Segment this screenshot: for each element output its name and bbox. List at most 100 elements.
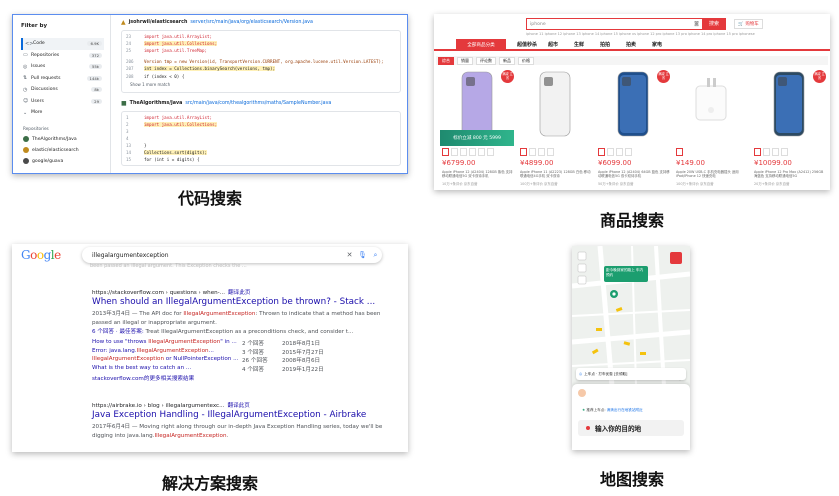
google-search-box[interactable]: illegalargumentexception ✕ 🎙 ⌕ (82, 247, 382, 263)
color-swatch[interactable] (754, 148, 761, 156)
sort-option[interactable]: 销量 (457, 56, 473, 65)
color-swatch[interactable] (478, 148, 485, 156)
color-swatch[interactable] (469, 148, 476, 156)
pickup-card[interactable]: ◎ 上车点 · 打车优惠 [去领取] (576, 368, 686, 380)
translate-link[interactable]: 翻译此页 (227, 403, 249, 409)
shop-search-button[interactable]: 搜索 (702, 17, 726, 30)
color-swatch[interactable] (607, 148, 614, 156)
search-icon[interactable]: ⌕ (369, 251, 382, 260)
nav-item[interactable]: 生鲜 (566, 41, 592, 48)
filter-issues[interactable]: ◎ Issues 55k (21, 61, 104, 73)
google-logo[interactable]: Google (21, 248, 61, 262)
nav-item[interactable]: 拍拍 (592, 41, 618, 48)
nav-item[interactable]: 拍卖 (618, 41, 644, 48)
related-question[interactable]: What is the best way to catch an ... 4 个回… (92, 365, 392, 374)
related-question-title[interactable]: IllegalArgumentException or NullPointerE… (92, 356, 242, 365)
product-card[interactable]: ¥149.00 Apple 20W USB-C 手机充电器插头 适用iPad/iP… (672, 70, 748, 190)
recommend-link[interactable]: 滴滴出行在地铁站附近 (607, 408, 643, 412)
map-bubble[interactable]: 距今晚到家的路上 车内预约 (604, 266, 648, 282)
related-question[interactable]: Error: java.lang.IllegalArgumentExceptio… (92, 348, 392, 357)
result-title[interactable]: When should an IllegalArgumentException … (92, 297, 392, 310)
result-path[interactable]: server/src/main/java/org/elasticsearch/V… (190, 20, 313, 25)
nav-all-categories[interactable]: 全部商品分类 (456, 39, 506, 50)
color-swatch[interactable] (772, 148, 779, 156)
recommend-line[interactable]: ★ 推荐上车点: 滴滴出行在地铁站附近 (582, 408, 643, 413)
filter-discussions[interactable]: ◷ Discussions 8k (21, 84, 104, 96)
result-header[interactable]: ▲ jsohrwil/elasticsearch server/src/main… (121, 18, 401, 27)
result-header[interactable]: ■ TheAlgorithms/Java src/main/java/com/t… (121, 99, 401, 108)
color-swatch[interactable] (547, 148, 554, 156)
color-swatch[interactable] (442, 148, 449, 156)
filter-more[interactable]: ⌄ More (21, 107, 104, 119)
product-image[interactable] (520, 70, 588, 140)
result-url[interactable]: https://stackoverflow.com › questions › … (92, 288, 392, 297)
product-title[interactable]: Apple 20W USB-C 手机充电器插头 适用iPad/iPhone 12… (676, 170, 748, 179)
clear-icon[interactable]: ✕ (343, 251, 356, 259)
result-repo[interactable]: TheAlgorithms/Java (130, 101, 183, 106)
shop-search-bar[interactable]: iphone ◙ 搜索 (526, 17, 726, 30)
product-card[interactable]: 满减 立省 ¥10099.00 Apple iPhone 12 Pro Max (A… (750, 70, 826, 190)
product-title[interactable]: Apple iPhone 12 (A2404) 64GB 蓝色 支持移动联通电信… (598, 170, 670, 179)
color-swatch[interactable] (538, 148, 545, 156)
color-swatch[interactable] (763, 148, 770, 156)
cart-button[interactable]: 🛒 购物车 (734, 19, 763, 29)
nav-item[interactable]: 超市 (540, 41, 566, 48)
sort-option[interactable]: 综合 (438, 56, 454, 65)
filter-code[interactable]: <> Code 6.9K (21, 38, 104, 50)
result-repo[interactable]: jsohrwil/elasticsearch (129, 20, 188, 25)
color-swatch[interactable] (460, 148, 467, 156)
repo-item[interactable]: elastic/elasticsearch (21, 145, 104, 156)
destination-input[interactable]: 输入你的目的地 (578, 420, 684, 436)
similar-results-link[interactable]: stackoverflow.com的更多相关搜索结果 (92, 374, 392, 383)
product-title[interactable]: Apple iPhone 12 (A2404) 128GB 紫色 支持移动联通电… (442, 170, 514, 179)
product-image[interactable]: 满减 立省 标价立减 800 元 5999 (440, 70, 514, 146)
product-title[interactable]: Apple iPhone 11 (A2223) 128GB 白色 移动联通电信4… (520, 170, 592, 179)
sort-option[interactable]: 价格 (518, 56, 534, 65)
result-url-text[interactable]: https://airbrake.io › blog › illegalargu… (92, 403, 224, 409)
related-question[interactable]: How to use "throws IllegalArgumentExcept… (92, 339, 392, 348)
color-swatch[interactable] (529, 148, 536, 156)
related-question-title[interactable]: What is the best way to catch an ... (92, 365, 242, 374)
sort-option[interactable]: 评论数 (476, 56, 496, 65)
repo-item[interactable]: TheAlgorithms/Java (21, 134, 104, 145)
nav-item[interactable]: 超值秒杀 (514, 41, 540, 48)
shop-search-input[interactable]: iphone (527, 22, 694, 27)
google-search-input[interactable]: illegalargumentexception (92, 252, 343, 259)
color-swatch[interactable] (451, 148, 458, 156)
filter-pull-requests[interactable]: ⇅ Pull requests 144k (21, 73, 104, 85)
color-swatch[interactable] (520, 148, 527, 156)
result-url-text[interactable]: https://stackoverflow.com › questions › … (92, 290, 225, 296)
nav-item[interactable]: 家电 (644, 41, 670, 48)
mic-icon[interactable]: 🎙 (356, 251, 369, 259)
repo-item[interactable]: google/guava (21, 156, 104, 167)
filter-repositories[interactable]: ▭ Repositories 372 (21, 50, 104, 62)
related-question-title[interactable]: Error: java.lang.IllegalArgumentExceptio… (92, 348, 242, 357)
color-swatch[interactable] (625, 148, 632, 156)
filter-users[interactable]: ☺ Users 29 (21, 96, 104, 108)
color-swatch[interactable] (781, 148, 788, 156)
related-question[interactable]: IllegalArgumentException or NullPointerE… (92, 356, 392, 365)
camera-icon[interactable]: ◙ (694, 21, 699, 27)
result-path[interactable]: src/main/java/com/thealgorithms/maths/Sa… (185, 101, 331, 106)
color-swatch[interactable] (676, 148, 683, 156)
product-image[interactable]: 满减 立省 (598, 70, 670, 140)
line-number: 207 (126, 66, 134, 72)
product-card[interactable]: ¥4899.00 Apple iPhone 11 (A2223) 128GB 白色… (516, 70, 592, 190)
show-more-link[interactable]: Show 1 more match (126, 80, 396, 90)
sort-option[interactable]: 新品 (499, 56, 515, 65)
product-title[interactable]: Apple iPhone 12 Pro Max (A2412) 256GB 海蓝… (754, 170, 826, 179)
color-swatch[interactable] (487, 148, 494, 156)
meta-answers-link[interactable]: 6 个回答 · 最佳答案: (92, 329, 146, 335)
filter-label: Users (31, 98, 44, 104)
product-image[interactable] (676, 70, 744, 140)
product-card[interactable]: 满减 立省 ¥6099.00 Apple iPhone 12 (A2404) 64G… (594, 70, 670, 190)
product-image[interactable]: 满减 立省 (754, 70, 826, 140)
hot-words[interactable]: iphone 11 iphone 12 iphone 13 iphone 14 … (526, 32, 755, 36)
result-title[interactable]: Java Exception Handling - IllegalArgumen… (92, 410, 392, 423)
result-url[interactable]: https://airbrake.io › blog › illegalargu… (92, 401, 392, 410)
product-card[interactable]: 满减 立省 标价立减 800 元 5999 ¥6799.00 Apple iPhone… (438, 70, 514, 190)
color-swatch[interactable] (616, 148, 623, 156)
translate-link[interactable]: 翻译此页 (228, 290, 250, 296)
related-question-title[interactable]: How to use "throws IllegalArgumentExcept… (92, 339, 242, 348)
color-swatch[interactable] (598, 148, 605, 156)
